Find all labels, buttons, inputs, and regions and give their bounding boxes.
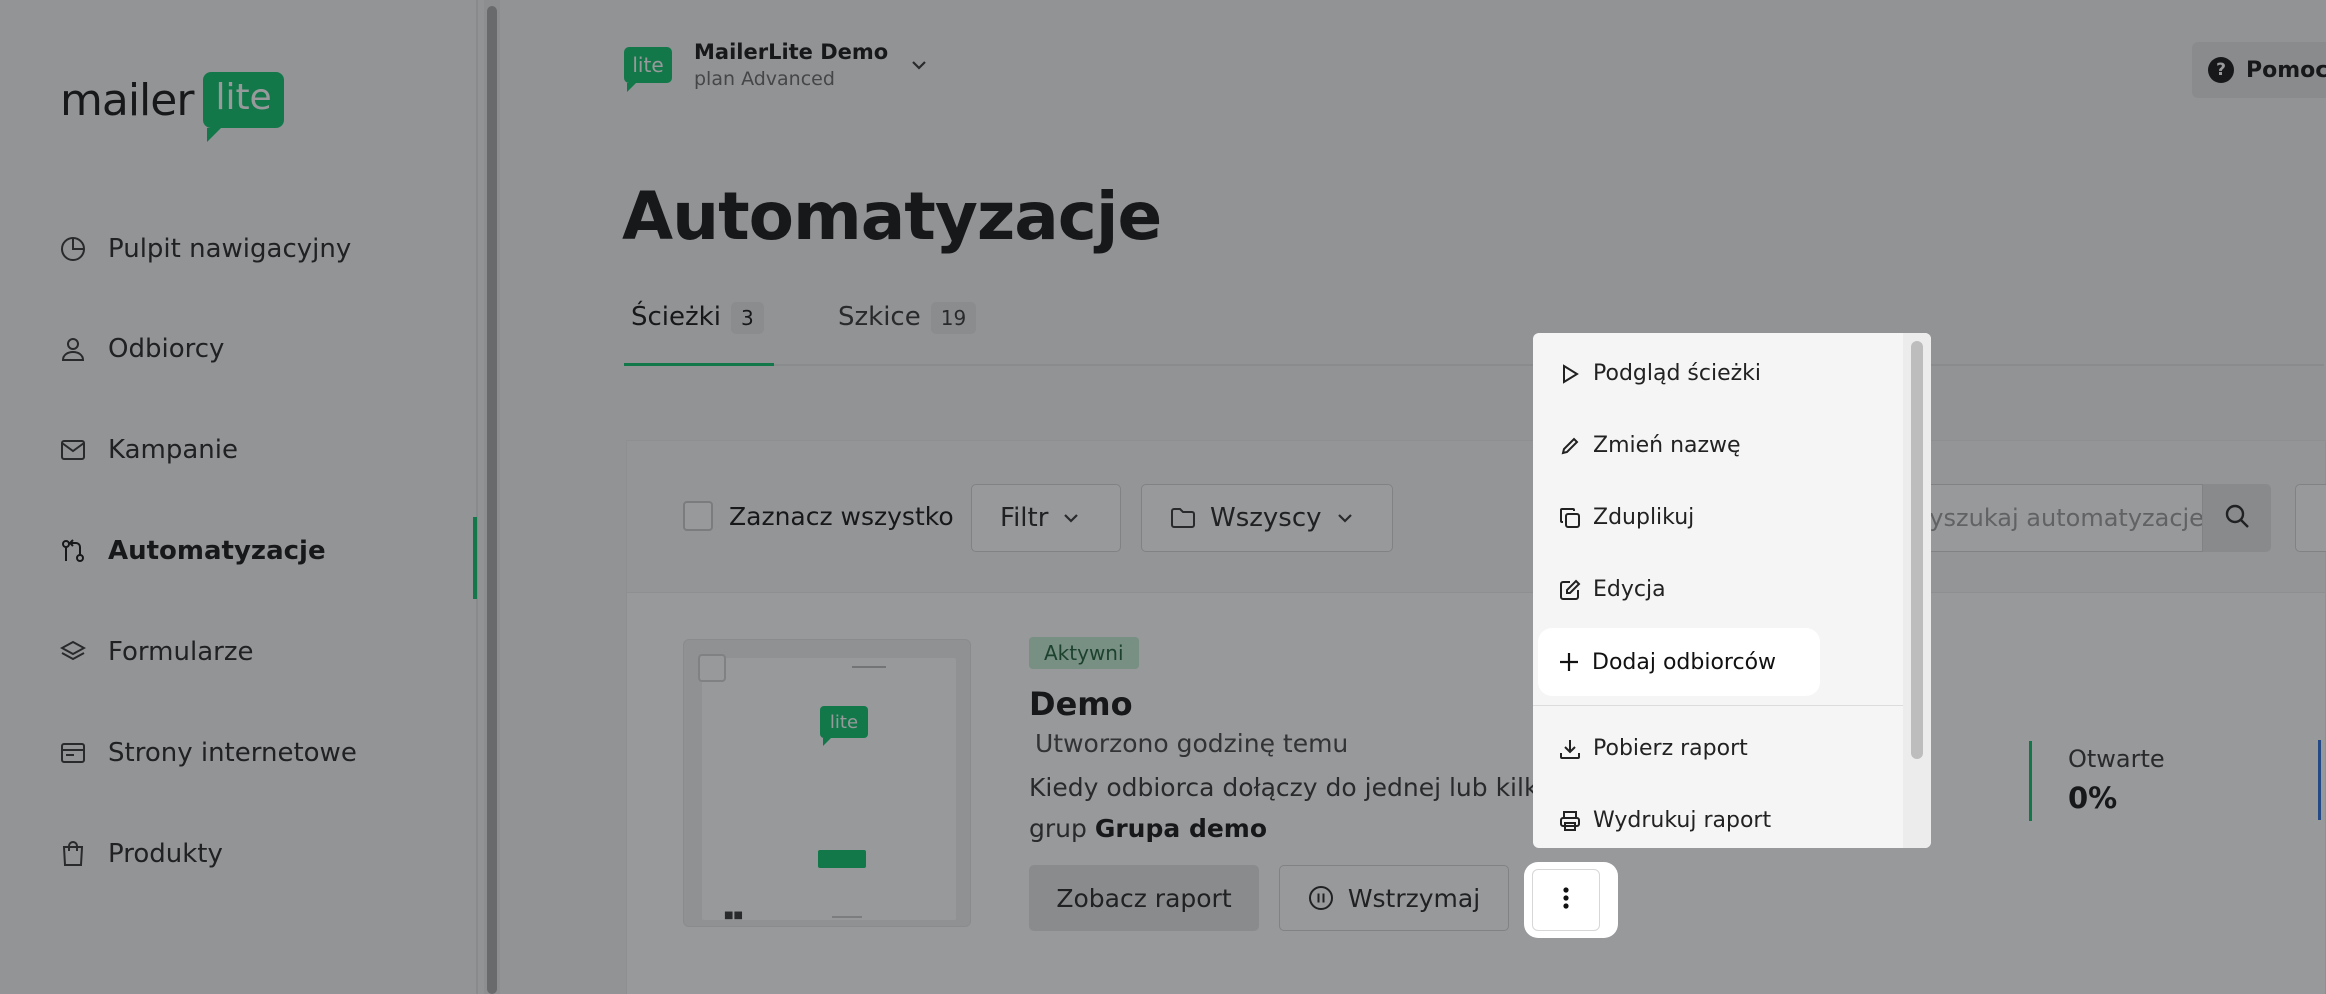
printer-icon xyxy=(1559,810,1581,832)
kebab-icon xyxy=(1562,886,1570,914)
menu-item-label: Zmień nazwę xyxy=(1593,433,1741,458)
menu-item-label: Wydrukuj raport xyxy=(1593,808,1772,833)
edit-icon xyxy=(1559,579,1581,601)
menu-item-download-report[interactable]: Pobierz raport xyxy=(1559,736,1748,761)
menu-item-label: Pobierz raport xyxy=(1593,736,1748,761)
menu-scrollbar[interactable] xyxy=(1903,333,1931,848)
menu-item-label: Edycja xyxy=(1593,577,1666,602)
menu-item-print-report[interactable]: Wydrukuj raport xyxy=(1559,808,1771,833)
scrollbar-thumb[interactable] xyxy=(1911,341,1923,759)
menu-item-preview[interactable]: Podgląd ścieżki xyxy=(1559,361,1761,386)
duplicate-icon xyxy=(1559,507,1581,529)
menu-divider xyxy=(1533,705,1903,706)
automation-context-menu: Podgląd ścieżki Zmień nazwę Zduplikuj Ed… xyxy=(1533,333,1931,848)
more-options-button[interactable] xyxy=(1532,869,1600,931)
play-icon xyxy=(1559,363,1581,385)
plus-icon xyxy=(1558,651,1580,673)
menu-item-duplicate[interactable]: Zduplikuj xyxy=(1559,505,1694,530)
menu-item-add-subscribers[interactable]: Dodaj odbiorców xyxy=(1538,628,1820,696)
download-icon xyxy=(1559,738,1581,760)
modal-overlay[interactable] xyxy=(0,0,2326,994)
menu-item-label: Zduplikuj xyxy=(1593,505,1695,530)
menu-item-edit[interactable]: Edycja xyxy=(1559,577,1666,602)
menu-item-rename[interactable]: Zmień nazwę xyxy=(1559,433,1741,458)
pencil-icon xyxy=(1559,435,1581,457)
kebab-highlight xyxy=(1524,862,1618,938)
menu-item-label: Podgląd ścieżki xyxy=(1593,361,1762,386)
menu-item-label: Dodaj odbiorców xyxy=(1592,649,1777,675)
